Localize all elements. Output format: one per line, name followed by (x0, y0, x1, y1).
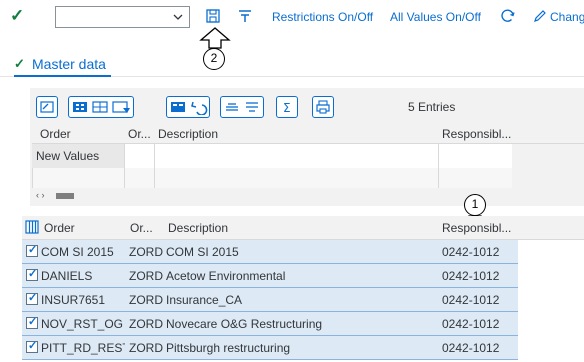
align-list-button-group[interactable] (220, 96, 264, 118)
insert-row-icon (171, 101, 208, 115)
details-button[interactable] (36, 96, 58, 118)
new-values-label: New Values (32, 144, 124, 168)
chevron-down-icon[interactable] (171, 8, 185, 26)
cell-order: PITT_RD_REST (41, 341, 125, 355)
cell-description: Novecare O&G Restructuring (166, 317, 323, 331)
cell-order-type: ZORD (129, 245, 163, 259)
results-header: Order Or... Description Responsibl... (22, 216, 584, 240)
row-checkbox[interactable] (26, 315, 38, 329)
selection-button-group[interactable] (68, 96, 134, 118)
column-header-description[interactable]: Description (168, 221, 228, 235)
tab-active-indicator (14, 75, 111, 77)
change-button[interactable]: Chang (550, 10, 584, 24)
sum-icon: Σ (283, 101, 291, 115)
new-order-type-cell[interactable] (124, 144, 154, 168)
refresh-icon[interactable] (499, 7, 517, 25)
filter-icon[interactable] (236, 7, 254, 25)
column-header-order[interactable]: Order (44, 221, 75, 235)
new-responsible-cell[interactable] (438, 144, 512, 168)
empty-input-row (32, 168, 512, 188)
cell-order-type: ZORD (129, 293, 163, 307)
row-checkbox[interactable] (26, 267, 38, 281)
row-checkbox[interactable] (26, 243, 38, 257)
cell-order-type: ZORD (129, 269, 163, 283)
column-header-responsible[interactable]: Responsibl... (442, 127, 511, 141)
scroll-arrows[interactable]: ‹ › (36, 190, 45, 200)
table-row[interactable]: INSUR7651 ZORD Insurance_CA 0242-1012 (22, 288, 518, 312)
column-settings-icon[interactable] (25, 220, 39, 234)
empty-cell (32, 168, 124, 188)
top-toolbar: ✓ Restrictions On/Off All Values On/Off … (0, 0, 584, 36)
column-header-order[interactable]: Order (40, 127, 71, 141)
new-description-cell[interactable] (154, 144, 438, 168)
scroll-thumb[interactable] (56, 193, 74, 199)
cell-responsible: 0242-1012 (442, 317, 500, 331)
callout-badge-1: 1 (464, 194, 486, 216)
cell-responsible: 0242-1012 (442, 245, 500, 259)
input-grid-panel: Σ 5 Entries Order Or... Description Resp… (30, 88, 584, 227)
empty-cell (154, 168, 438, 188)
check-icon: ✓ (14, 56, 25, 71)
variant-combobox[interactable] (55, 6, 190, 28)
insert-undo-button-group[interactable] (166, 96, 210, 118)
cell-order: NOV_RST_OG (41, 317, 124, 331)
cell-responsible: 0242-1012 (442, 269, 500, 283)
all-values-toggle-button[interactable]: All Values On/Off (390, 10, 481, 24)
cell-description: COM SI 2015 (166, 245, 239, 259)
tab-label: Master data (32, 56, 106, 72)
cell-description: Acetow Environmental (166, 269, 286, 283)
cell-responsible: 0242-1012 (442, 341, 500, 355)
cell-responsible: 0242-1012 (442, 293, 500, 307)
select-all-icon (73, 101, 130, 113)
table-row[interactable]: DANIELS ZORD Acetow Environmental 0242-1… (22, 264, 518, 288)
input-grid-header: Order Or... Description Responsibl... (32, 124, 584, 144)
callout-badge-2: 2 (203, 48, 225, 70)
restrictions-toggle-button[interactable]: Restrictions On/Off (272, 10, 373, 24)
entries-count: 5 Entries (408, 100, 456, 114)
column-header-responsible[interactable]: Responsibl... (442, 221, 511, 235)
save-icon[interactable] (204, 7, 222, 25)
table-row[interactable]: PITT_RD_REST ZORD Pittsburgh restructuri… (22, 336, 518, 360)
cell-order: DANIELS (41, 269, 93, 283)
pencil-icon[interactable] (533, 9, 547, 23)
cell-description: Pittsburgh restructuring (166, 341, 291, 355)
column-header-order-type[interactable]: Or... (130, 221, 153, 235)
check-icon[interactable]: ✓ (10, 6, 24, 26)
print-icon (316, 100, 330, 114)
cell-order-type: ZORD (129, 317, 163, 331)
cell-order-type: ZORD (129, 341, 163, 355)
empty-cell (124, 168, 154, 188)
align-icon (226, 102, 258, 112)
cell-order: COM SI 2015 (41, 245, 114, 259)
details-icon (40, 101, 54, 113)
column-header-order-type[interactable]: Or... (128, 127, 151, 141)
print-button[interactable] (312, 96, 334, 118)
svg-text:Σ: Σ (283, 101, 291, 115)
row-checkbox[interactable] (26, 291, 38, 305)
empty-cell (438, 168, 512, 188)
column-header-description[interactable]: Description (158, 127, 218, 141)
table-row[interactable]: NOV_RST_OG ZORD Novecare O&G Restructuri… (22, 312, 518, 336)
sum-button[interactable]: Σ (276, 96, 298, 118)
grid-toolbar: Σ 5 Entries (30, 88, 584, 124)
row-checkbox[interactable] (26, 339, 38, 353)
new-values-row: New Values (32, 144, 512, 168)
callout-arrow-up (199, 27, 231, 49)
table-row[interactable]: COM SI 2015 ZORD COM SI 2015 0242-1012 (22, 240, 518, 264)
cell-order: INSUR7651 (41, 293, 106, 307)
cell-description: Insurance_CA (166, 293, 243, 307)
